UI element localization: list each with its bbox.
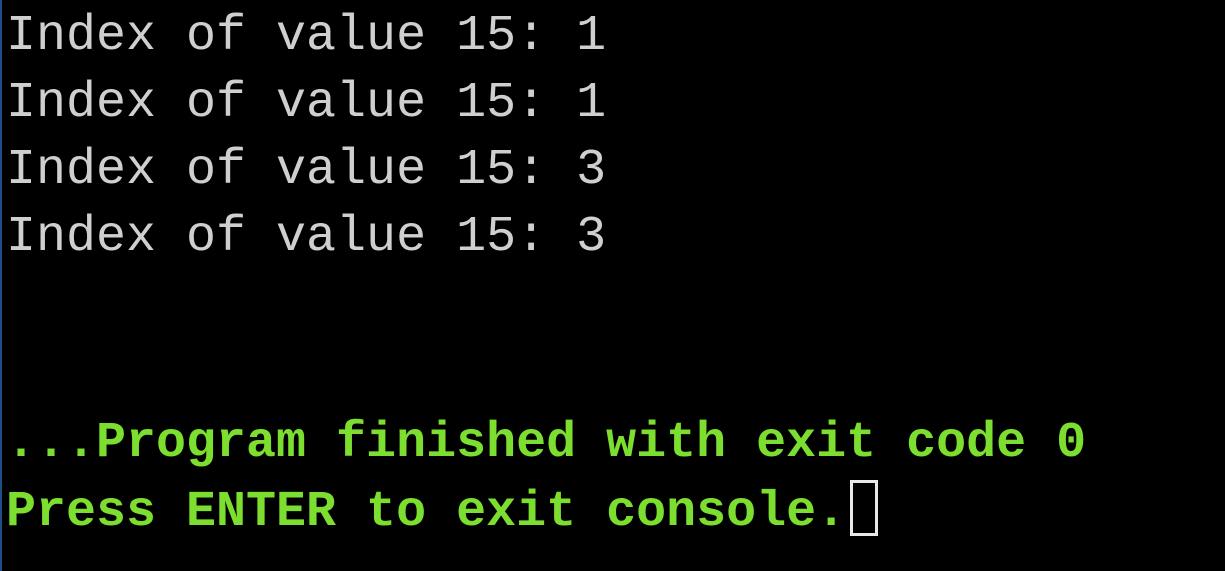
output-line: Index of value 15: 3	[6, 209, 607, 266]
output-line: Index of value 15: 3	[6, 142, 607, 199]
exit-prompt-line: Press ENTER to exit console.	[6, 480, 879, 546]
exit-status-line: ...Program finished with exit code 0	[6, 415, 1087, 472]
exit-prompt-text: Press ENTER to exit console.	[6, 484, 847, 541]
console-window[interactable]: Index of value 15: 1 Index of value 15: …	[0, 0, 1225, 571]
text-cursor[interactable]	[850, 480, 879, 536]
output-line: Index of value 15: 1	[6, 75, 607, 132]
output-line: Index of value 15: 1	[6, 8, 607, 65]
